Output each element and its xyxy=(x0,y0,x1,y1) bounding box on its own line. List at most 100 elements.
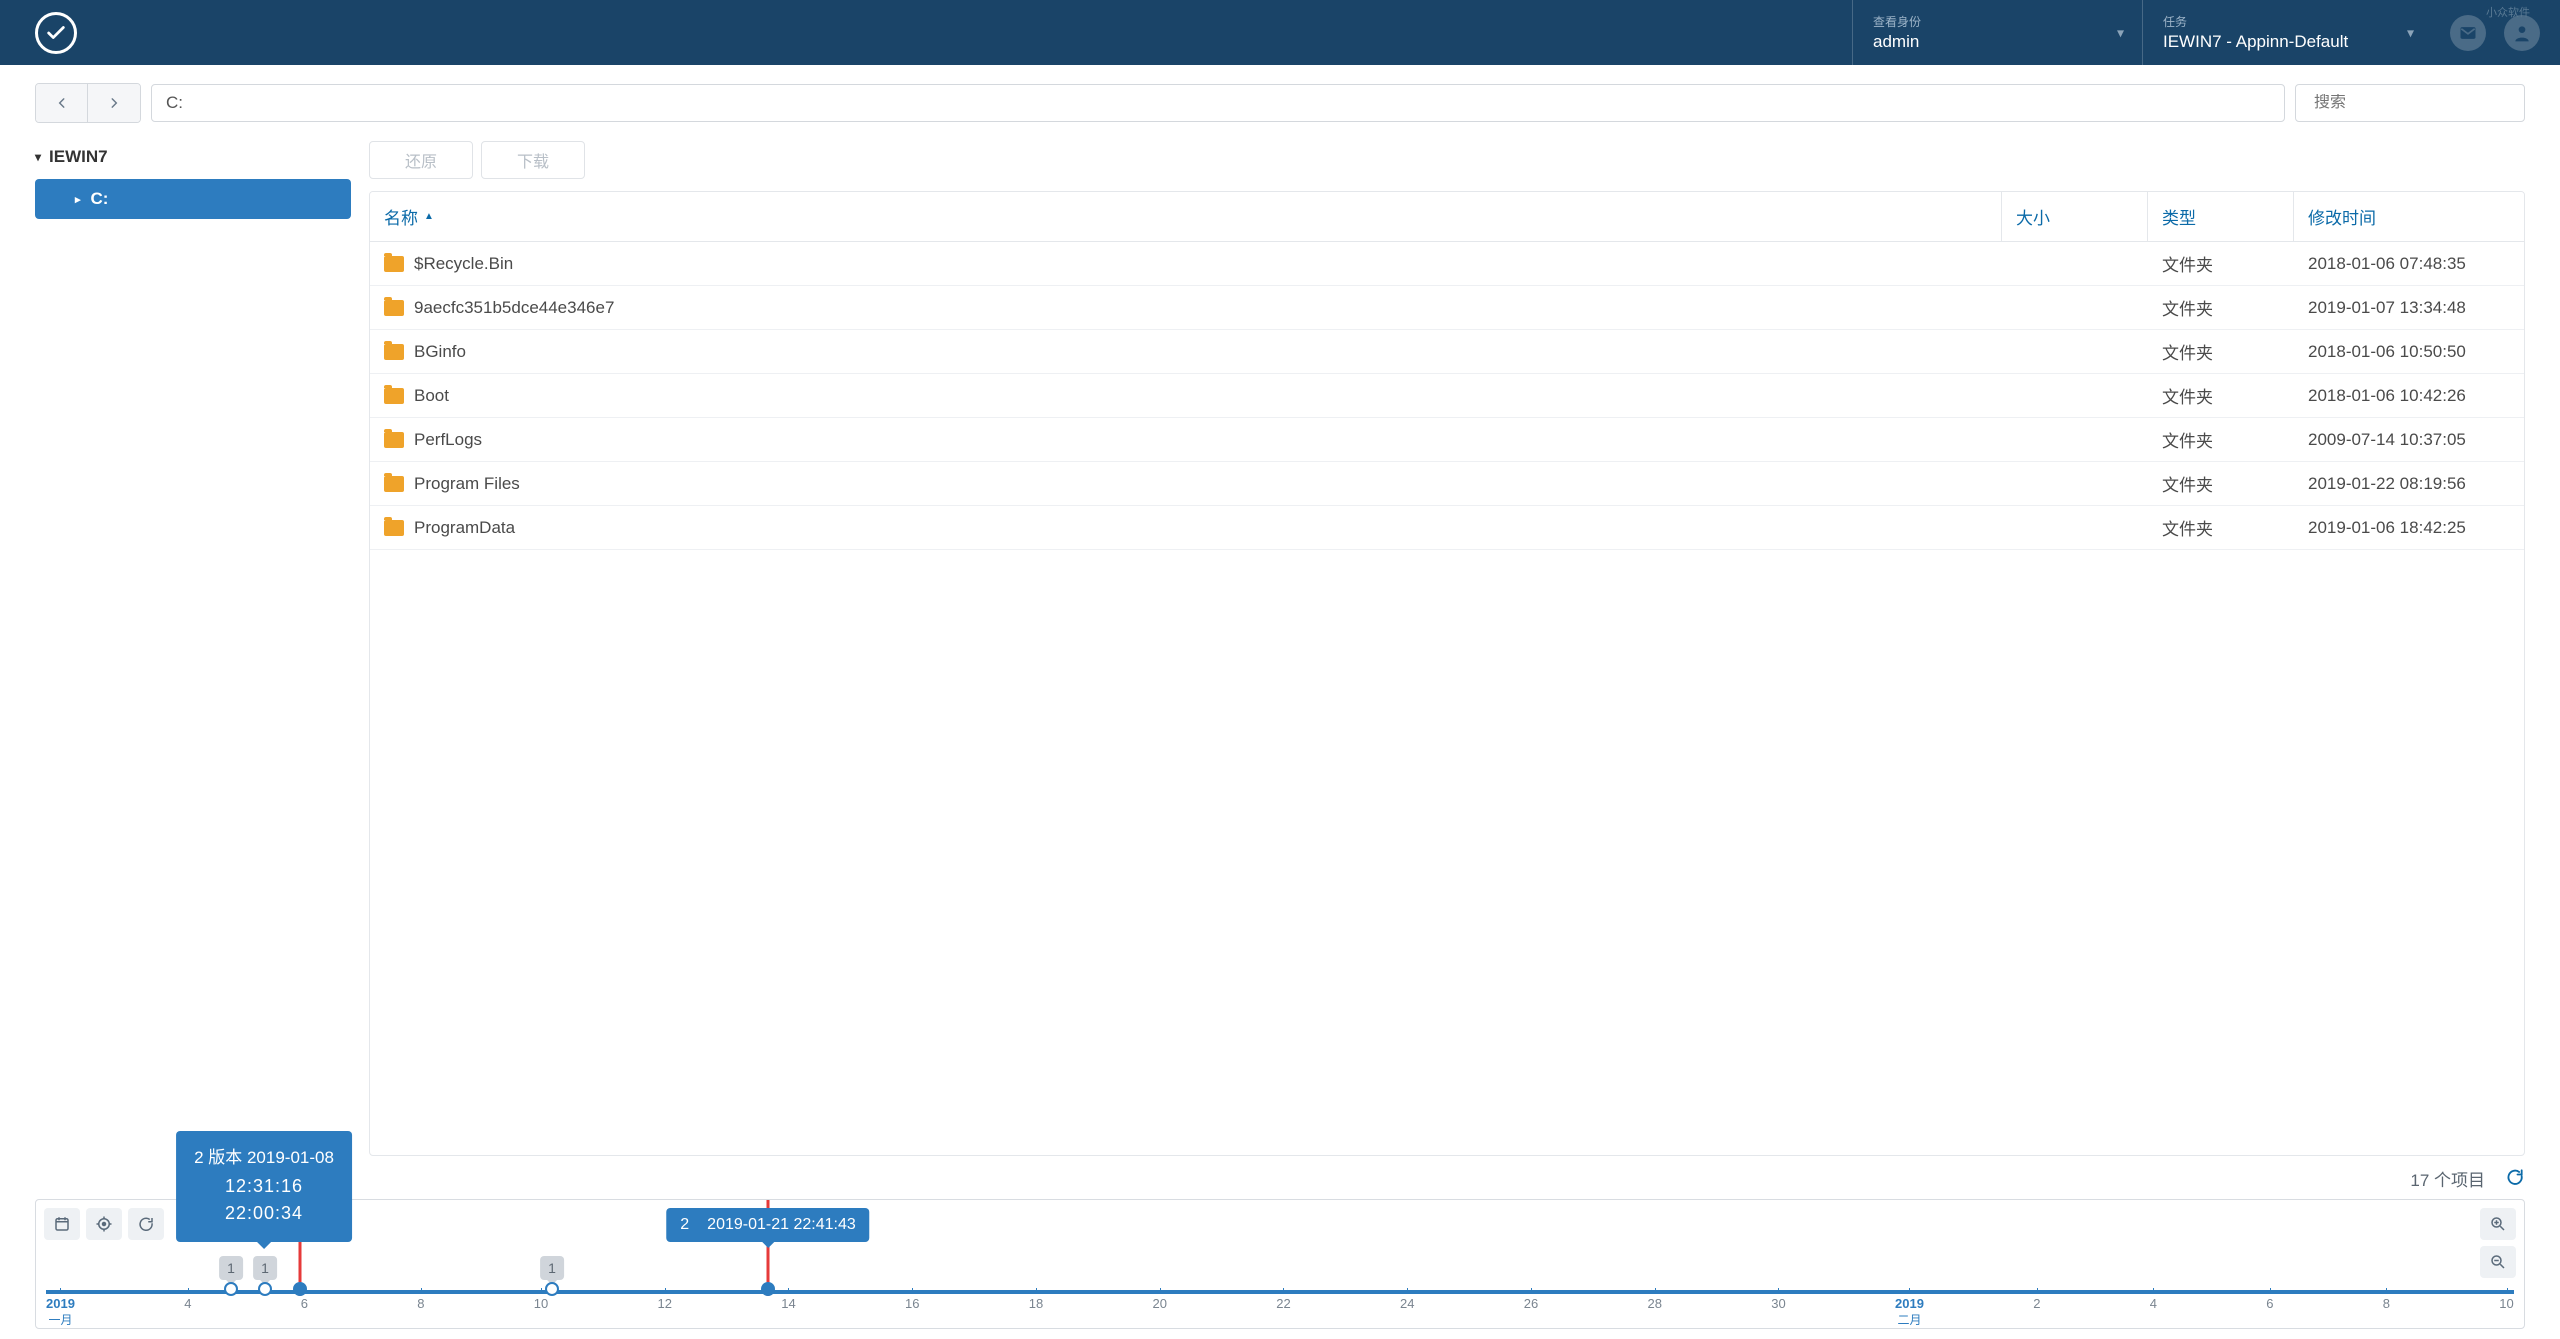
app-header: Active Backup for Business 查看身份 admin ▾ … xyxy=(0,0,2560,65)
identity-dropdown[interactable]: 查看身份 admin ▾ xyxy=(1852,0,2142,65)
file-type: 文件夹 xyxy=(2148,339,2294,364)
table-row[interactable]: Program Files 文件夹 2019-01-22 08:19:56 xyxy=(370,462,2524,506)
tree-item-drive[interactable]: ▸ C: xyxy=(35,179,351,219)
timeline-tick: 22 xyxy=(1276,1296,1290,1328)
main-area: ▾ IEWIN7 ▸ C: 还原 下载 名称▲ 大小 类型 修改时间 $Recy… xyxy=(0,141,2560,1156)
table-row[interactable]: Boot 文件夹 2018-01-06 10:42:26 xyxy=(370,374,2524,418)
timeline-marker[interactable] xyxy=(545,1282,559,1296)
folder-icon xyxy=(384,256,404,272)
logo-icon xyxy=(35,12,77,54)
timeline-box[interactable]: 1 1 1 2 2019-01-21 22:41:43 2019一月 4 6 8 10 1… xyxy=(35,1199,2525,1329)
timeline-tooltip: 2 版本 2019-01-08 12:31:16 22:00:34 xyxy=(176,1131,352,1242)
timeline-tick: 20 xyxy=(1153,1296,1167,1328)
column-name[interactable]: 名称▲ xyxy=(370,192,2002,241)
status-bar: 17 个项目 xyxy=(0,1156,2560,1199)
table-row[interactable]: ProgramData 文件夹 2019-01-06 18:42:25 xyxy=(370,506,2524,550)
folder-icon xyxy=(384,344,404,360)
chevron-down-icon: ▾ xyxy=(2117,24,2124,41)
timeline-tick: 16 xyxy=(905,1296,919,1328)
file-modified: 2018-01-06 07:48:35 xyxy=(2294,254,2524,274)
file-name: 9aecfc351b5dce44e346e7 xyxy=(414,298,614,318)
file-type: 文件夹 xyxy=(2148,383,2294,408)
zoom-in-button[interactable] xyxy=(2480,1208,2516,1240)
file-name: Program Files xyxy=(414,474,520,494)
table-body[interactable]: $Recycle.Bin 文件夹 2018-01-06 07:48:35 9ae… xyxy=(370,242,2524,1155)
timeline-tick: 26 xyxy=(1524,1296,1538,1328)
file-type: 文件夹 xyxy=(2148,471,2294,496)
timeline-tick: 6 xyxy=(301,1296,308,1328)
timeline-badge[interactable]: 1 xyxy=(540,1256,564,1280)
chevron-down-icon: ▾ xyxy=(35,150,41,164)
table-row[interactable]: BGinfo 文件夹 2018-01-06 10:50:50 xyxy=(370,330,2524,374)
sort-asc-icon: ▲ xyxy=(424,211,434,222)
timeline-tick: 30 xyxy=(1771,1296,1785,1328)
timeline-tick: 2 xyxy=(2033,1296,2040,1328)
timeline-current-label: 2 2019-01-21 22:41:43 xyxy=(666,1208,869,1242)
file-modified: 2009-07-14 10:37:05 xyxy=(2294,430,2524,450)
back-button[interactable] xyxy=(36,84,88,122)
timeline-tick: 8 xyxy=(417,1296,424,1328)
file-modified: 2018-01-06 10:42:26 xyxy=(2294,386,2524,406)
watermark: 小众软件 xyxy=(2486,4,2530,20)
folder-icon xyxy=(384,432,404,448)
table-row[interactable]: 9aecfc351b5dce44e346e7 文件夹 2019-01-07 13… xyxy=(370,286,2524,330)
item-count: 17 个项目 xyxy=(2410,1166,2485,1191)
restore-button[interactable]: 还原 xyxy=(369,141,473,179)
tree-root[interactable]: ▾ IEWIN7 xyxy=(35,141,351,173)
forward-button[interactable] xyxy=(88,84,140,122)
column-type[interactable]: 类型 xyxy=(2148,192,2294,241)
file-modified: 2019-01-06 18:42:25 xyxy=(2294,518,2524,538)
timeline-marker[interactable] xyxy=(224,1282,238,1296)
table-row[interactable]: $Recycle.Bin 文件夹 2018-01-06 07:48:35 xyxy=(370,242,2524,286)
timeline: 2 版本 2019-01-08 12:31:16 22:00:34 1 1 1 … xyxy=(0,1199,2560,1339)
file-table: 名称▲ 大小 类型 修改时间 $Recycle.Bin 文件夹 2018-01-… xyxy=(369,191,2525,1156)
table-row[interactable]: PerfLogs 文件夹 2009-07-14 10:37:05 xyxy=(370,418,2524,462)
tree-root-label: IEWIN7 xyxy=(49,147,108,167)
timeline-tick: 2019二月 xyxy=(1895,1296,1924,1328)
timeline-ticks: 2019一月46810121416182022242628302019二月246… xyxy=(46,1296,2514,1328)
timeline-badge[interactable]: 1 xyxy=(219,1256,243,1280)
folder-icon xyxy=(384,388,404,404)
file-name: Boot xyxy=(414,386,449,406)
download-button[interactable]: 下载 xyxy=(481,141,585,179)
file-type: 文件夹 xyxy=(2148,295,2294,320)
search-box[interactable] xyxy=(2295,84,2525,122)
timeline-track[interactable] xyxy=(46,1290,2514,1294)
timeline-tick: 4 xyxy=(184,1296,191,1328)
column-size[interactable]: 大小 xyxy=(2002,192,2148,241)
file-modified: 2018-01-06 10:50:50 xyxy=(2294,342,2524,362)
folder-icon xyxy=(384,300,404,316)
calendar-button[interactable] xyxy=(44,1208,80,1240)
tree-item-label: C: xyxy=(91,189,109,209)
refresh-button[interactable] xyxy=(2505,1167,2525,1190)
task-dropdown[interactable]: 任务 IEWIN7 - Appinn-Default ▾ xyxy=(2142,0,2432,65)
content-pane: 还原 下载 名称▲ 大小 类型 修改时间 $Recycle.Bin 文件夹 20… xyxy=(369,141,2525,1156)
file-type: 文件夹 xyxy=(2148,515,2294,540)
timeline-tick: 18 xyxy=(1029,1296,1043,1328)
file-name: PerfLogs xyxy=(414,430,482,450)
reload-button[interactable] xyxy=(128,1208,164,1240)
zoom-out-button[interactable] xyxy=(2480,1246,2516,1278)
timeline-marker-current[interactable] xyxy=(761,1282,775,1296)
timeline-tick: 10 xyxy=(534,1296,548,1328)
timeline-tick: 10 xyxy=(2499,1296,2513,1328)
nav-buttons xyxy=(35,83,141,123)
file-name: BGinfo xyxy=(414,342,466,362)
file-modified: 2019-01-07 13:34:48 xyxy=(2294,298,2524,318)
timeline-tick: 12 xyxy=(658,1296,672,1328)
folder-icon xyxy=(384,476,404,492)
timeline-tick: 14 xyxy=(781,1296,795,1328)
folder-icon xyxy=(384,520,404,536)
timeline-badge[interactable]: 1 xyxy=(253,1256,277,1280)
column-modified[interactable]: 修改时间 xyxy=(2294,192,2524,241)
timeline-tick: 2019一月 xyxy=(46,1296,75,1328)
file-name: ProgramData xyxy=(414,518,515,538)
message-icon-button[interactable] xyxy=(2450,15,2486,51)
search-input[interactable] xyxy=(2314,94,2521,112)
sidebar: ▾ IEWIN7 ▸ C: xyxy=(35,141,351,1156)
timeline-marker[interactable] xyxy=(258,1282,272,1296)
path-input[interactable] xyxy=(151,84,2285,122)
table-header: 名称▲ 大小 类型 修改时间 xyxy=(370,192,2524,242)
timeline-tick: 4 xyxy=(2150,1296,2157,1328)
focus-button[interactable] xyxy=(86,1208,122,1240)
